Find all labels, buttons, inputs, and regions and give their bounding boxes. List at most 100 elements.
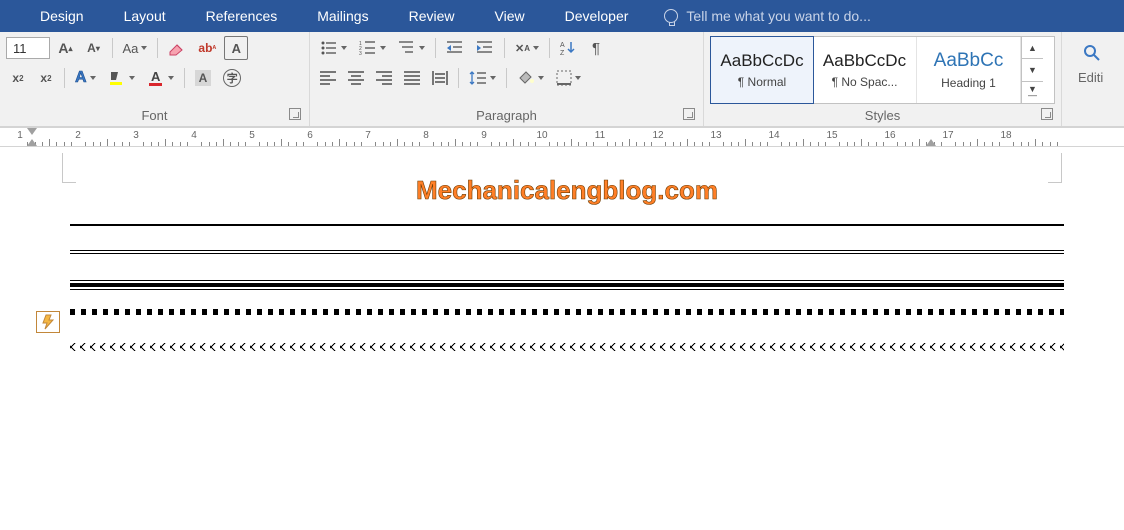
ruler-tick [955,142,956,146]
eraser-icon [168,40,186,56]
gallery-scroll-down[interactable]: ▼ [1022,59,1043,81]
phonetic-guide-button[interactable]: abᴬ [194,36,220,60]
enclose-char-icon: 字 [223,69,241,87]
chevron-down-icon [168,76,174,80]
font-dialog-launcher[interactable] [289,108,301,120]
change-case-icon: Aa [123,41,139,56]
ruler-tick [165,139,166,146]
ruler-tick [912,142,913,146]
grow-font-button[interactable]: A▴ [54,36,78,60]
change-case-button[interactable]: Aa [119,36,152,60]
ribbon-tabstrip: Design Layout References Mailings Review… [0,0,1124,32]
chevron-down-icon [341,46,347,50]
right-indent-marker[interactable] [926,139,936,146]
ruler-tick [767,142,768,146]
tab-design[interactable]: Design [20,0,104,32]
ruler-number: 6 [307,130,313,141]
font-size-select[interactable]: 11 [6,37,50,59]
shading-button[interactable] [513,66,548,90]
ruler-tick [448,142,449,146]
first-line-indent-marker[interactable] [27,128,37,135]
align-center-button[interactable] [344,66,368,90]
ruler-tick [810,142,811,146]
clear-formatting-button[interactable] [164,36,190,60]
decrease-indent-icon [446,40,464,56]
shrink-font-button[interactable]: A▾ [82,36,106,60]
autoformat-options-button[interactable] [36,311,60,333]
align-left-button[interactable] [316,66,340,90]
character-border-button[interactable]: A [224,36,248,60]
superscript-button[interactable]: x2 [34,66,58,90]
tab-layout[interactable]: Layout [104,0,186,32]
style-name: Heading 1 [941,76,996,90]
asian-layout-button[interactable]: ✕A [511,36,543,60]
distributed-button[interactable] [428,66,452,90]
ruler-tick [397,139,398,146]
chevron-down-icon [90,76,96,80]
sort-button[interactable]: AZ [556,36,580,60]
align-right-button[interactable] [372,66,396,90]
tab-references[interactable]: References [186,0,298,32]
style-heading-1[interactable]: AaBbCc Heading 1 [917,37,1021,103]
bullets-button[interactable] [316,36,351,60]
horizontal-line-double [70,250,1064,254]
ruler-tick [702,142,703,146]
superscript-icon: x2 [40,71,51,85]
line-spacing-button[interactable] [465,66,500,90]
style-no-spacing[interactable]: AaBbCcDc ¶ No Spac... [813,37,917,103]
ruler-tick [861,139,862,146]
ruler-tick [839,142,840,146]
ruler-tick [1013,142,1014,146]
borders-button[interactable] [552,66,585,90]
numbering-button[interactable]: 123 [355,36,390,60]
ruler-tick [977,139,978,146]
ruler-tick [332,142,333,146]
text-effects-button[interactable]: A [71,66,100,90]
justify-button[interactable] [400,66,424,90]
ruler-tick [615,142,616,146]
ruler-tick [441,142,442,146]
ruler-tick [586,142,587,146]
highlight-button[interactable] [104,66,139,90]
style-preview: AaBbCc [934,50,1004,72]
ruler-tick [745,139,746,146]
subscript-button[interactable]: x2 [6,66,30,90]
ruler-tick [325,142,326,146]
horizontal-ruler[interactable]: 123456789101112131415161718 [0,127,1124,147]
font-color-button[interactable]: A [143,66,178,90]
separator [458,68,459,88]
align-center-icon [348,71,364,85]
margin-guide-left [62,153,76,183]
gallery-expand[interactable]: ▼— [1022,82,1043,103]
horizontal-line-single [70,224,1064,226]
ruler-tick [723,142,724,146]
find-button[interactable] [1078,42,1106,64]
multilevel-list-button[interactable] [394,36,429,60]
document-area[interactable]: Mechanicalengblog.com [0,147,1124,351]
hanging-indent-marker[interactable] [27,139,37,146]
ruler-tick [470,142,471,146]
ruler-tick [455,139,456,146]
tell-me-search[interactable]: Tell me what you want to do... [648,8,880,24]
ruler-tick [100,142,101,146]
ruler-tick [354,142,355,146]
ruler-tick [499,142,500,146]
increase-indent-button[interactable] [472,36,498,60]
tab-view[interactable]: View [475,0,545,32]
style-normal[interactable]: AaBbCcDc ¶ Normal [710,36,814,104]
char-shading-button[interactable]: A [191,66,216,90]
lightbulb-icon [664,9,678,23]
gallery-scroll-up[interactable]: ▲ [1022,37,1043,59]
tab-mailings[interactable]: Mailings [297,0,388,32]
chevron-down-icon [538,76,544,80]
tab-developer[interactable]: Developer [545,0,649,32]
decrease-indent-button[interactable] [442,36,468,60]
ruler-number: 13 [710,130,721,141]
show-hide-marks-button[interactable]: ¶ [584,36,608,60]
styles-dialog-launcher[interactable] [1041,108,1053,120]
tab-review[interactable]: Review [389,0,475,32]
ruler-tick [209,142,210,146]
paragraph-dialog-launcher[interactable] [683,108,695,120]
enclose-char-button[interactable]: 字 [219,66,245,90]
svg-text:Z: Z [560,50,565,56]
